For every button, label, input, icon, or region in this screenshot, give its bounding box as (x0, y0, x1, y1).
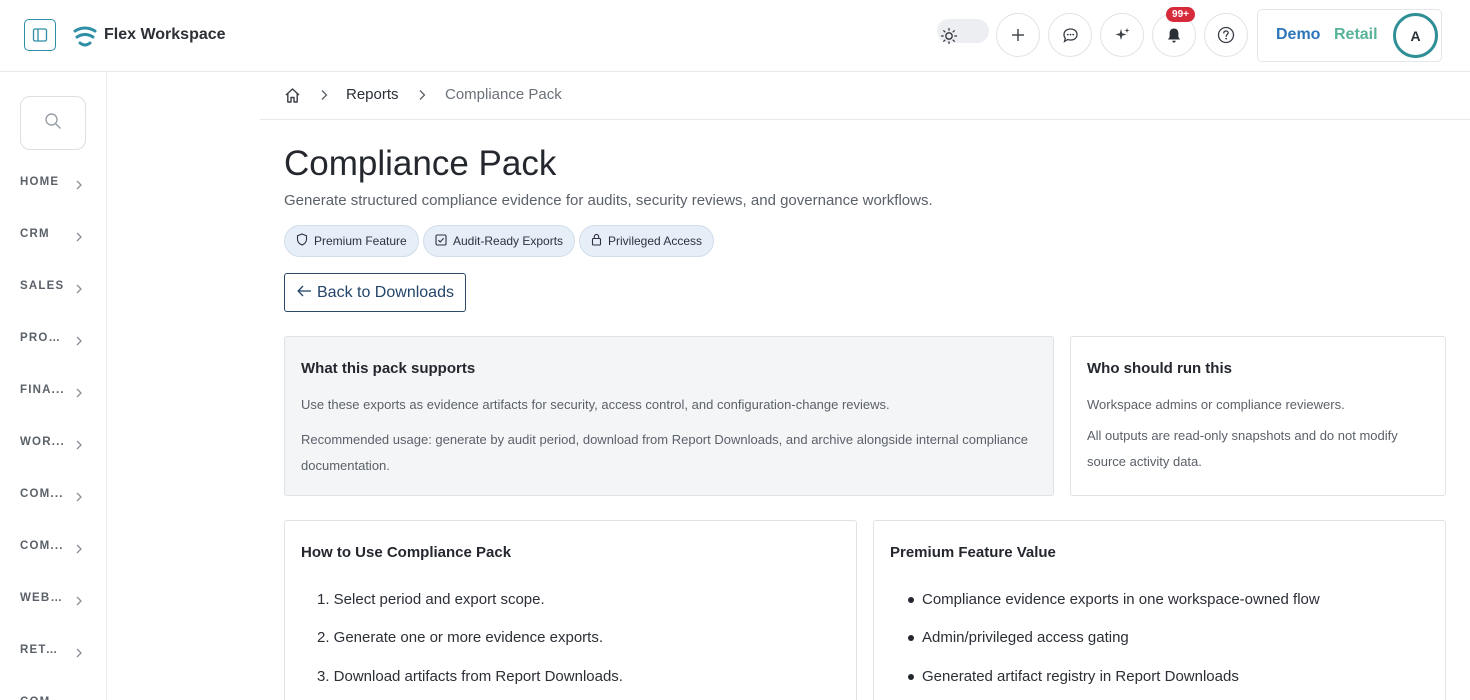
store-secondary-label: Retail (1334, 26, 1378, 43)
chevron-right-icon (74, 489, 84, 502)
chat-icon[interactable] (1048, 13, 1092, 57)
sidebar-item-label: COM... (20, 488, 64, 500)
value-card: Premium Feature Value Compliance evidenc… (873, 520, 1446, 700)
supports-card-text-2: Recommended usage: generate by audit per… (301, 432, 1028, 473)
sidebar-toggle-icon[interactable] (24, 19, 56, 51)
sidebar-item[interactable]: CRM (20, 224, 90, 244)
sparkle-icon[interactable] (1100, 13, 1144, 57)
howto-card-title: How to Use Compliance Pack (301, 544, 512, 561)
pill-label: Audit-Ready Exports (453, 234, 564, 248)
check-square-icon (435, 233, 453, 249)
supports-card-title: What this pack supports (301, 360, 476, 377)
breadcrumb-item-current: Compliance Pack (445, 86, 562, 103)
chevron-right-icon (74, 593, 84, 606)
sidebar-item-label: CRM (20, 228, 50, 240)
pill-label: Premium Feature (314, 234, 407, 248)
page-subtitle: Generate structured compliance evidence … (284, 192, 933, 209)
back-to-downloads-button[interactable]: Back to Downloads (284, 273, 466, 312)
pill-label: Privileged Access (608, 234, 703, 248)
breadcrumb: Reports Compliance Pack (260, 72, 1470, 120)
back-button-label: Back to Downloads (317, 283, 454, 301)
list-item: Generated artifact registry in Report Do… (922, 668, 1239, 685)
howto-card: How to Use Compliance Pack 1. Select per… (284, 520, 857, 700)
avatar[interactable]: A (1393, 13, 1438, 58)
sidebar-item-label: COM... (20, 540, 64, 552)
notification-badge: 99+ (1166, 7, 1195, 22)
lock-icon (591, 233, 608, 249)
chevron-right-icon (74, 177, 84, 190)
sidebar-search-button[interactable] (20, 96, 86, 150)
supports-card: What this pack supports Use these export… (284, 336, 1054, 496)
page-title: Compliance Pack (284, 144, 557, 183)
list-item: Compliance evidence exports in one works… (922, 591, 1320, 608)
breadcrumb-item-reports[interactable]: Reports (346, 86, 399, 103)
sidebar-item[interactable]: PROJ... (20, 328, 90, 348)
sidebar-item-label: COM... (20, 696, 66, 700)
sidebar-item[interactable]: FINA... (20, 380, 90, 400)
bullet-icon (908, 635, 914, 641)
list-item: Admin/privileged access gating (922, 629, 1129, 646)
sidebar: HOME CRM SALES PROJ... FINA... WOR... COM... CO… (0, 72, 107, 700)
chevron-right-icon (74, 281, 84, 294)
sidebar-item-label: RETAIL (20, 644, 66, 656)
list-item: 2. Generate one or more evidence exports… (317, 629, 603, 646)
pill-audit-ready-exports: Audit-Ready Exports (423, 225, 576, 257)
who-card-text-2: All outputs are read-only snapshots and … (1087, 428, 1398, 469)
sidebar-item[interactable]: COM... (20, 484, 90, 504)
sidebar-item[interactable]: RETAIL (20, 640, 90, 660)
sidebar-item-label: PROJ... (20, 332, 66, 344)
sun-icon (940, 27, 958, 45)
search-icon (44, 112, 62, 135)
chevron-right-icon (416, 88, 428, 100)
who-card-text-1: Workspace admins or compliance reviewers… (1087, 397, 1345, 412)
app-title: Flex Workspace (104, 26, 226, 43)
value-card-title: Premium Feature Value (890, 544, 1056, 561)
sidebar-item[interactable]: WOR... (20, 432, 90, 452)
chevron-right-icon (74, 333, 84, 346)
chevron-right-icon (74, 385, 84, 398)
supports-card-text-1: Use these exports as evidence artifacts … (301, 397, 890, 412)
sidebar-item[interactable]: COM... (20, 692, 90, 700)
logo-icon (72, 23, 98, 49)
chevron-right-icon (74, 541, 84, 554)
chevron-right-icon (318, 88, 330, 100)
sidebar-item-label: FINA... (20, 384, 65, 396)
theme-toggle[interactable] (937, 19, 989, 45)
list-item: 1. Select period and export scope. (317, 591, 545, 608)
sidebar-item[interactable]: HOME (20, 172, 90, 192)
arrow-left-icon (297, 284, 317, 302)
sidebar-item-label: HOME (20, 176, 60, 188)
sidebar-item-label: WEB ... (20, 592, 66, 604)
list-item: 3. Download artifacts from Report Downlo… (317, 668, 623, 685)
sidebar-item[interactable]: WEB ... (20, 588, 90, 608)
shield-icon (296, 233, 314, 249)
help-icon[interactable] (1204, 13, 1248, 57)
bullet-icon (908, 597, 914, 603)
chevron-right-icon (74, 229, 84, 242)
chevron-right-icon (74, 645, 84, 658)
top-bar: Flex Workspace 99+ Demo Retail A (0, 0, 1470, 72)
pill-privileged-access: Privileged Access (579, 225, 715, 257)
sidebar-item-label: WOR... (20, 436, 65, 448)
bullet-icon (908, 674, 914, 680)
plus-icon[interactable] (996, 13, 1040, 57)
who-card: Who should run this Workspace admins or … (1070, 336, 1446, 496)
pill-premium-feature: Premium Feature (284, 225, 419, 257)
sidebar-item[interactable]: COM... (20, 536, 90, 556)
sidebar-item[interactable]: SALES (20, 276, 90, 296)
store-primary-label: Demo (1276, 26, 1321, 43)
who-card-title: Who should run this (1087, 360, 1232, 377)
home-icon[interactable] (284, 87, 301, 104)
sidebar-item-label: SALES (20, 280, 65, 292)
chevron-right-icon (74, 437, 84, 450)
